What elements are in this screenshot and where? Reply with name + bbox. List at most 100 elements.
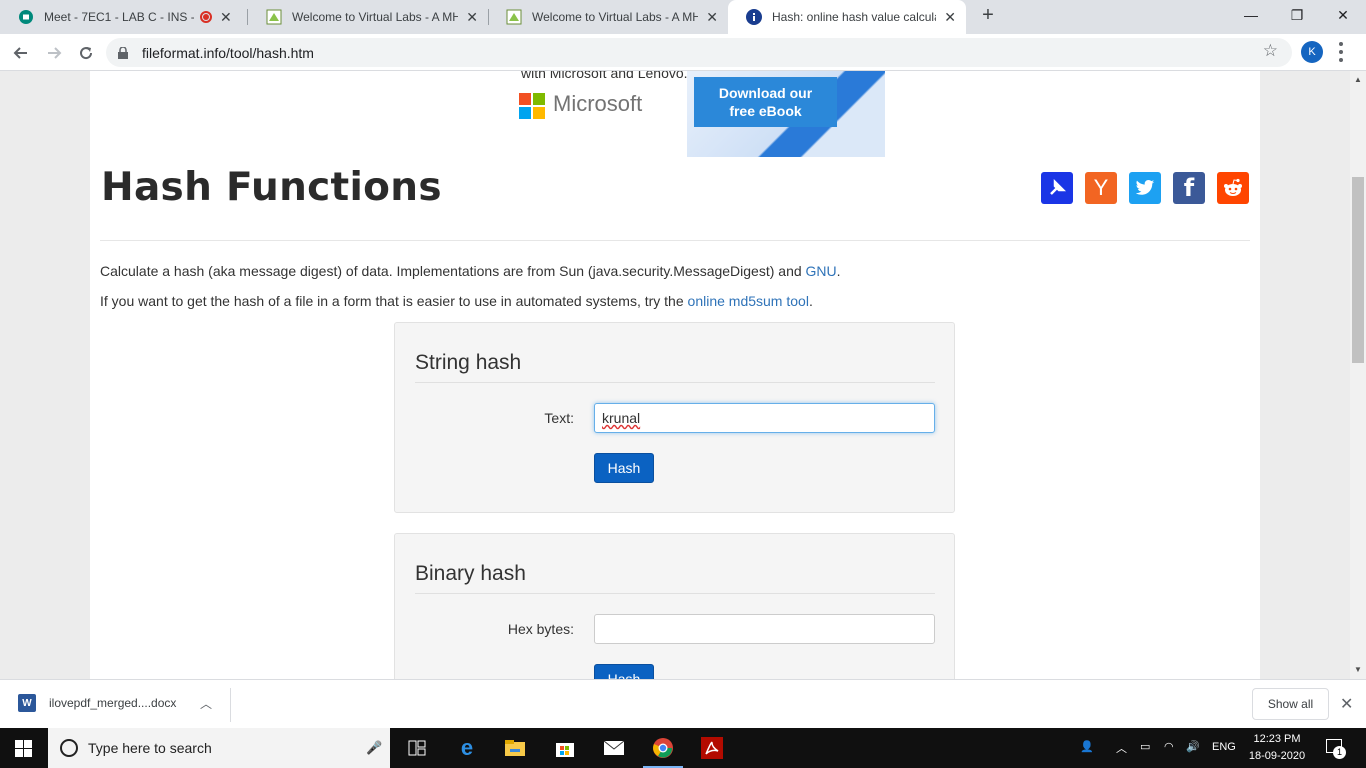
close-tab-icon[interactable]: ✕ <box>706 9 718 26</box>
system-clock[interactable]: 12:23 PM 18-09-2020 <box>1244 731 1310 765</box>
chrome-icon[interactable] <box>651 736 675 760</box>
people-icon[interactable]: 👤 <box>1080 740 1094 753</box>
twitter-share-button[interactable] <box>1129 172 1161 204</box>
text-label: Text: <box>544 410 574 426</box>
facebook-icon: f <box>1183 174 1195 202</box>
reddit-share-button[interactable] <box>1217 172 1249 204</box>
tab-title: Hash: online hash value calculato <box>772 10 937 24</box>
advertisement-banner[interactable]: with Microsoft and Lenovo. Microsoft Dow… <box>497 71 885 157</box>
info-icon <box>746 9 762 25</box>
notification-badge: 1 <box>1333 746 1346 759</box>
close-tab-icon[interactable]: ✕ <box>220 9 232 26</box>
download-filename: ilovepdf_merged....docx <box>49 696 177 710</box>
reload-button[interactable] <box>73 40 99 66</box>
task-view-icon[interactable] <box>405 736 429 760</box>
chevron-up-icon[interactable]: ︿ <box>200 695 212 712</box>
clock-time: 12:23 PM <box>1253 733 1301 745</box>
close-shelf-icon[interactable]: ✕ <box>1340 694 1353 714</box>
download-ebook-button[interactable]: Download our free eBook <box>694 77 837 127</box>
binary-hash-title: Binary hash <box>415 562 526 585</box>
back-button[interactable] <box>8 40 34 66</box>
profile-avatar[interactable]: K <box>1301 41 1323 63</box>
search-placeholder: Type here to search <box>88 740 212 756</box>
tab-strip: Meet - 7EC1 - LAB C - INS - N ✕ Welcome … <box>0 0 1366 34</box>
intro-end: . <box>836 263 841 279</box>
new-tab-button[interactable]: + <box>976 4 1000 30</box>
string-hash-title: String hash <box>415 351 522 374</box>
ad-brand: Microsoft <box>553 91 643 116</box>
restore-button[interactable]: ❐ <box>1274 0 1320 30</box>
taskbar-search[interactable]: Type here to search 🎤 <box>48 728 390 768</box>
tab-title: Welcome to Virtual Labs - A MHR <box>532 10 699 24</box>
hex-bytes-input[interactable] <box>594 614 935 644</box>
panel-divider <box>415 382 935 383</box>
text-input-value: krunal <box>602 410 641 426</box>
md5sum-paragraph: If you want to get the hash of a file in… <box>100 293 813 309</box>
md5sum-tool-link[interactable]: online md5sum tool <box>688 293 809 309</box>
edge-browser-icon[interactable]: e <box>455 735 479 760</box>
page-content: with Microsoft and Lenovo. Microsoft Dow… <box>90 71 1260 679</box>
volume-icon[interactable]: 🔊 <box>1186 740 1200 753</box>
page-title: Hash Functions <box>101 165 442 210</box>
windows-start-icon[interactable] <box>15 740 32 757</box>
tab-title: Meet - 7EC1 - LAB C - INS - N <box>44 10 194 24</box>
microsoft-logo-icon <box>519 93 545 119</box>
text-input[interactable]: krunal <box>594 403 935 433</box>
reload-icon <box>80 47 93 60</box>
close-tab-icon[interactable]: ✕ <box>944 9 956 26</box>
gnu-link[interactable]: GNU <box>806 263 837 279</box>
twitter-bird-icon <box>1135 180 1155 195</box>
address-bar[interactable]: fileformat.info/tool/hash.htm ☆ <box>106 38 1292 67</box>
reddit-alien-icon <box>1224 178 1242 196</box>
ad-cta-line1: Download our <box>718 85 813 101</box>
battery-icon[interactable]: ▭ <box>1140 740 1150 753</box>
hacker-news-share-button[interactable]: Y <box>1085 172 1117 204</box>
download-shelf: W ilovepdf_merged....docx ︿ Show all ✕ <box>0 679 1366 728</box>
word-document-icon: W <box>18 694 36 712</box>
tab-virtual-labs-2[interactable]: Welcome to Virtual Labs - A MHR ✕ <box>488 0 728 34</box>
close-window-button[interactable]: ✕ <box>1320 0 1366 30</box>
microphone-icon[interactable]: 🎤 <box>366 740 382 756</box>
microsoft-store-icon[interactable] <box>553 736 577 760</box>
scroll-up-icon[interactable]: ▲ <box>1354 75 1362 84</box>
hacker-news-icon: Y <box>1093 175 1109 200</box>
forward-button[interactable] <box>41 40 67 66</box>
file-explorer-icon[interactable] <box>503 736 527 760</box>
binary-hash-button[interactable]: Hash <box>594 664 654 679</box>
google-meet-icon <box>18 9 34 25</box>
page-viewport: with Microsoft and Lenovo. Microsoft Dow… <box>0 71 1350 679</box>
tab-virtual-labs-1[interactable]: Welcome to Virtual Labs - A MHR ✕ <box>248 0 488 34</box>
scroll-down-icon[interactable]: ▼ <box>1354 665 1362 674</box>
download-item[interactable]: W ilovepdf_merged....docx <box>18 694 176 712</box>
string-hash-button[interactable]: Hash <box>594 453 654 483</box>
facebook-share-button[interactable]: f <box>1173 172 1205 204</box>
pinboard-share-button[interactable] <box>1041 172 1073 204</box>
ad-cta-line2: free eBook <box>729 103 802 119</box>
string-hash-panel: String hash Text: krunal Hash <box>394 322 955 513</box>
binary-hash-panel: Binary hash Hex bytes: Hash <box>394 533 955 679</box>
url-text: fileformat.info/tool/hash.htm <box>142 44 314 61</box>
chevron-up-icon[interactable]: ︿ <box>1116 740 1127 756</box>
clock-date: 18-09-2020 <box>1248 750 1306 762</box>
browser-menu-icon[interactable] <box>1338 42 1344 62</box>
language-indicator[interactable]: ENG <box>1212 741 1236 753</box>
intro-text: If you want to get the hash of a file in… <box>100 293 688 309</box>
show-all-button[interactable]: Show all <box>1252 688 1329 720</box>
acrobat-icon[interactable] <box>700 736 724 760</box>
bookmark-star-icon[interactable]: ☆ <box>1263 41 1278 61</box>
close-tab-icon[interactable]: ✕ <box>466 9 478 26</box>
pin-icon <box>1050 178 1067 195</box>
search-circle-icon <box>60 739 78 757</box>
page-scrollbar[interactable]: ▲ ▼ <box>1350 71 1366 679</box>
divider <box>100 240 1250 241</box>
panel-divider <box>415 593 935 594</box>
scrollbar-thumb[interactable] <box>1352 177 1364 363</box>
wifi-icon[interactable]: ◠ <box>1164 740 1174 753</box>
shelf-divider <box>230 688 231 722</box>
minimize-button[interactable]: — <box>1228 0 1274 30</box>
tab-meet[interactable]: Meet - 7EC1 - LAB C - INS - N ✕ <box>0 0 246 34</box>
forward-arrow-icon <box>48 47 62 59</box>
browser-toolbar: fileformat.info/tool/hash.htm ☆ K <box>0 34 1366 71</box>
tab-hash-active[interactable]: Hash: online hash value calculato ✕ <box>728 0 966 34</box>
mail-icon[interactable] <box>602 736 626 760</box>
